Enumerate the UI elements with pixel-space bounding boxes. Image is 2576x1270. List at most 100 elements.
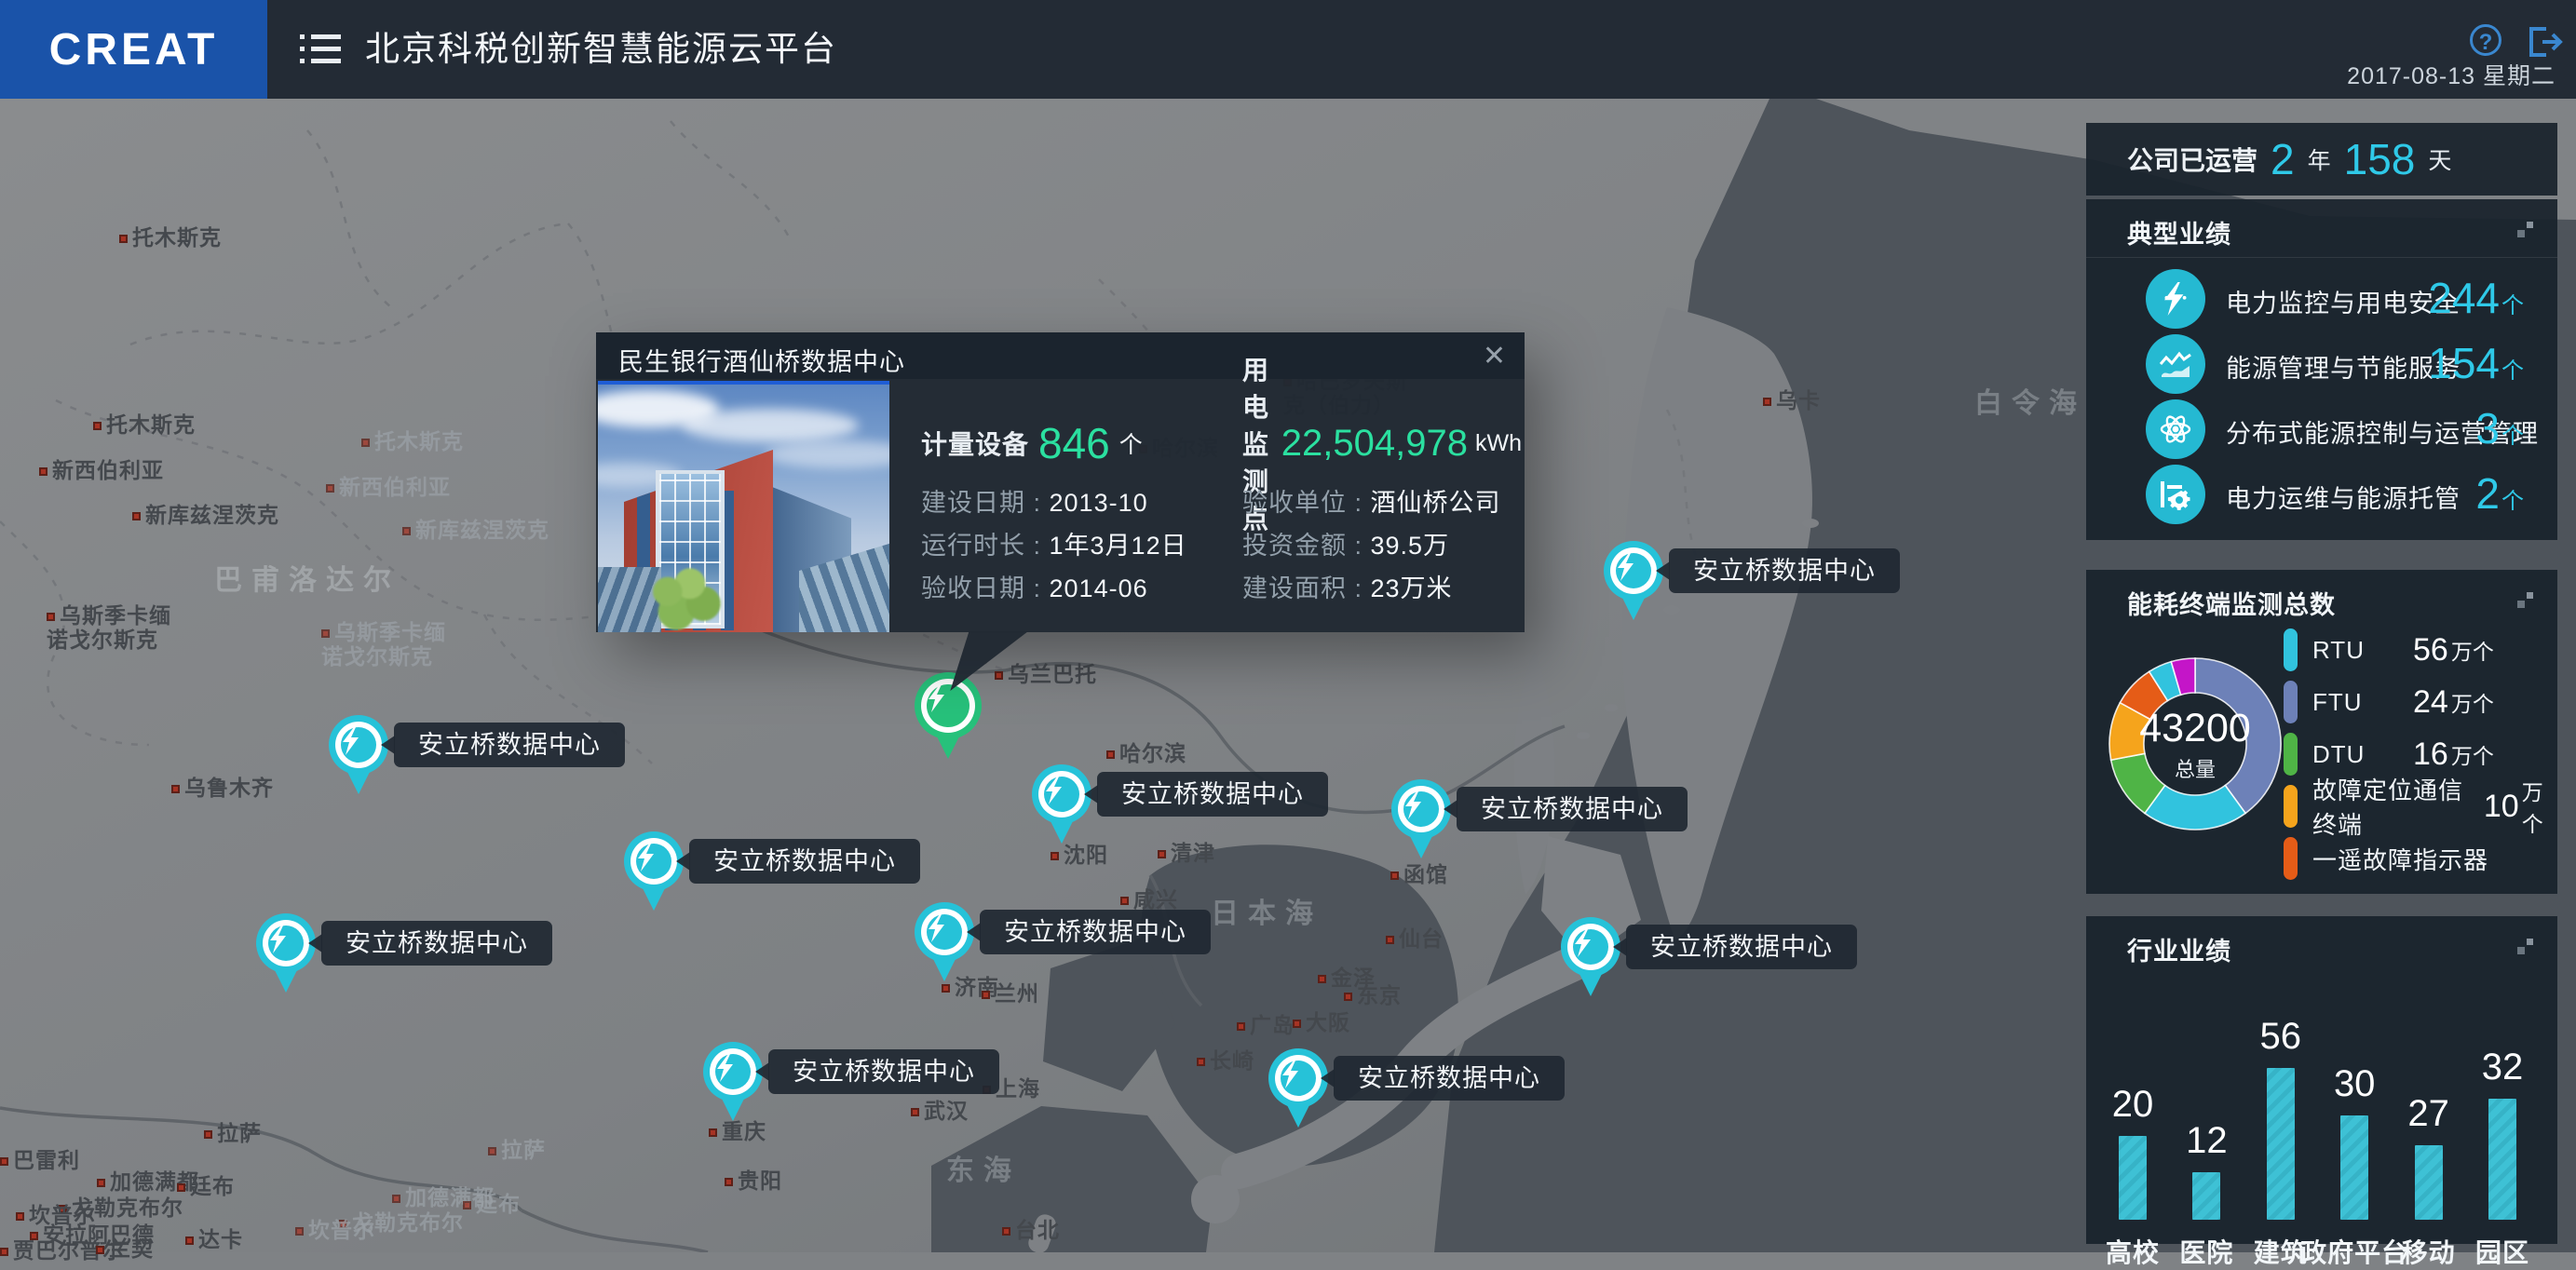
ops-gear-icon [2146, 465, 2205, 524]
map-pin[interactable] [703, 1042, 763, 1101]
map-city-label: 新西伯利亚 [39, 458, 164, 482]
marker-label-bubble[interactable]: 安立桥数据中心 [1457, 787, 1688, 831]
perf-count: 244个 [2428, 273, 2524, 323]
map-city-label: 兰州 [982, 981, 1039, 1006]
city-dot-icon [1237, 1022, 1245, 1031]
bolt-icon [2146, 269, 2205, 329]
industry-bar-chart[interactable]: 20高校12医院56建筑30政府平台27移动32园区 [2086, 965, 2557, 1244]
city-dot-icon [326, 484, 334, 493]
industry-bar[interactable] [2488, 1099, 2516, 1220]
bolt-icon [715, 1054, 751, 1089]
map-city-label: 巴雷利 [0, 1148, 80, 1172]
industry-bar[interactable] [2267, 1068, 2295, 1220]
marker-label-bubble[interactable]: 安立桥数据中心 [394, 723, 625, 767]
city-dot-icon [1002, 1227, 1010, 1236]
city-dot-icon [361, 439, 370, 447]
typical-performance-item[interactable]: 能源管理与节能服务154个 [2086, 332, 2557, 398]
popup-field: 验收日期 : 2014-06 [921, 567, 1228, 610]
popup-titlebar: 民生银行酒仙桥数据中心 ✕ [596, 332, 1525, 379]
city-dot-icon [97, 1179, 105, 1187]
marker-label-bubble[interactable]: 安立桥数据中心 [980, 910, 1211, 954]
popup-stats-col1: 计量设备 846 个 建设日期 : 2013-10运行时长 : 1年3月12日验… [921, 405, 1228, 610]
city-dot-icon [171, 785, 180, 793]
map-pin[interactable] [1032, 764, 1091, 824]
expand-icon[interactable] [2516, 590, 2537, 611]
city-dot-icon [16, 1212, 24, 1221]
city-dot-icon [942, 984, 950, 993]
city-dot-icon [1051, 852, 1059, 860]
typical-performance-item[interactable]: 电力监控与用电安全244个 [2086, 267, 2557, 332]
map-pin[interactable] [1561, 917, 1620, 977]
marker-label-bubble[interactable]: 安立桥数据中心 [1334, 1056, 1565, 1101]
map-city-label: 贵阳 [725, 1169, 782, 1193]
expand-icon[interactable] [2516, 937, 2537, 957]
industry-bar[interactable] [2119, 1136, 2147, 1220]
map-city-label: 大阪 [1293, 1010, 1350, 1034]
map-city-label: 乌卡 [1763, 388, 1821, 412]
map-city-label: 坎普尔 [295, 1218, 375, 1242]
panel-industry-performance: 行业业绩 20高校12医院56建筑30政府平台27移动32园区 [2086, 916, 2557, 1244]
power-point-stat: 用电监测点 22,504,978 kWh [1242, 405, 1522, 481]
city-dot-icon [132, 512, 141, 520]
bar-category: 园区 [2437, 1233, 2568, 1270]
legend-label: RTU [2312, 636, 2409, 665]
menu-list-icon[interactable] [300, 31, 341, 68]
map-city-label: 台北 [1002, 1218, 1060, 1242]
datacenter-popup: 民生银行酒仙桥数据中心 ✕ 计量设备 846 个 建设日期 : 2013-10运… [596, 332, 1525, 632]
perf-count: 2个 [2475, 468, 2524, 519]
logo[interactable]: CREAT [0, 0, 267, 99]
map-city-label: 乌兰巴托 [995, 662, 1097, 686]
panel-company-operating: 公司已运营 2 年 158 天 [2086, 123, 2557, 196]
industry-bar[interactable] [2415, 1145, 2443, 1220]
city-dot-icon [177, 1183, 185, 1192]
city-dot-icon [725, 1178, 733, 1186]
city-dot-icon [93, 422, 102, 430]
legend-value: 16 [2413, 736, 2448, 773]
map-pin-selected[interactable] [915, 672, 982, 739]
legend-value: 56 [2413, 632, 2448, 669]
city-dot-icon [295, 1227, 304, 1236]
donut-slice[interactable] [2195, 658, 2281, 813]
map-city-label: 哈尔滨 [1106, 741, 1186, 765]
marker-label-bubble[interactable]: 安立桥数据中心 [1626, 925, 1857, 969]
industry-bar[interactable] [2192, 1172, 2220, 1220]
legend-label: 故障定位通信终端 [2312, 772, 2480, 841]
industry-bar[interactable] [2340, 1115, 2368, 1220]
popup-field: 建设面积 : 23万米 [1242, 567, 1522, 610]
city-dot-icon [1344, 993, 1352, 1001]
stat-unit: kWh [1475, 430, 1522, 457]
header-date: 2017-08-13 星期二 [2347, 58, 2556, 91]
close-icon[interactable]: ✕ [1483, 340, 1506, 372]
bolt-icon [1573, 929, 1608, 965]
bolt-icon [1616, 553, 1651, 588]
map-pin[interactable] [1604, 541, 1663, 601]
field-label: 建设日期 : [921, 489, 1050, 517]
bar-value: 56 [2225, 1016, 2337, 1058]
marker-label-bubble[interactable]: 安立桥数据中心 [768, 1049, 999, 1094]
stat-value: 846 [1038, 418, 1110, 468]
map-pin[interactable] [1268, 1048, 1328, 1108]
map-pin[interactable] [329, 715, 388, 775]
map-city-label: 乌斯季卡缅 诺戈尔斯克 [47, 603, 171, 652]
operating-years-unit: 年 [2308, 142, 2331, 176]
marker-label-bubble[interactable]: 安立桥数据中心 [689, 839, 920, 884]
marker-label-bubble[interactable]: 安立桥数据中心 [1669, 548, 1900, 593]
map-pin[interactable] [1391, 779, 1451, 839]
expand-icon[interactable] [2516, 220, 2537, 240]
map-sea-label: 巴甫洛达尔 [214, 557, 400, 598]
operating-years: 2 [2271, 134, 2295, 184]
legend-value: 24 [2413, 684, 2448, 721]
map-city-label: 长崎 [1197, 1048, 1254, 1073]
terminal-donut-chart[interactable] [2097, 646, 2293, 842]
typical-performance-item[interactable]: 电力运维与能源托管2个 [2086, 463, 2557, 528]
map-pin[interactable] [915, 902, 974, 962]
typical-performance-item[interactable]: 分布式能源控制与运营管理3个 [2086, 398, 2557, 463]
map-pin[interactable] [624, 831, 684, 891]
marker-label-bubble[interactable]: 安立桥数据中心 [321, 921, 552, 966]
help-icon[interactable]: ? [2470, 24, 2501, 56]
map-pin[interactable] [256, 913, 316, 973]
map-city-label: 兰契 [96, 1236, 154, 1261]
map-city-label: 乌鲁木齐 [171, 776, 274, 800]
field-value: 酒仙桥公司 [1371, 489, 1501, 517]
marker-label-bubble[interactable]: 安立桥数据中心 [1097, 772, 1328, 817]
